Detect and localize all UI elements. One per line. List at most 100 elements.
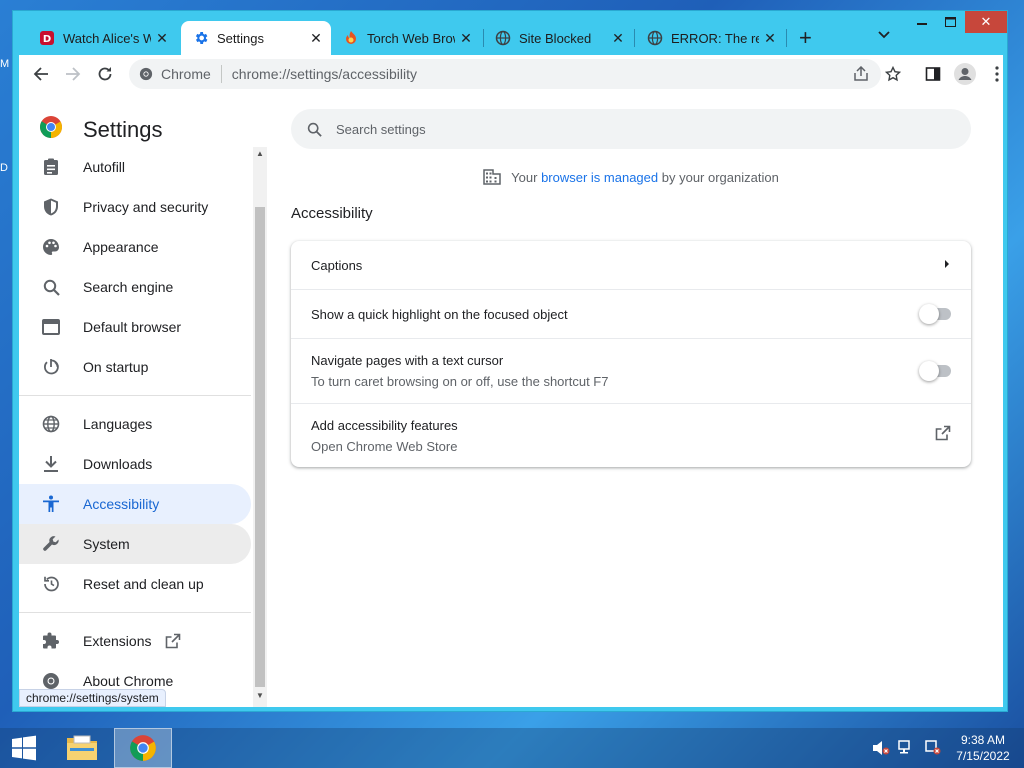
desktop-text-fragment: M: [0, 58, 10, 70]
open-in-new-icon[interactable]: [935, 425, 951, 446]
tab-site-blocked[interactable]: Site Blocked ✕: [483, 21, 633, 55]
tab-separator: [786, 29, 787, 47]
search-icon: [307, 122, 322, 137]
sidebar-item-default-browser[interactable]: Default browser: [19, 307, 251, 347]
settings-sidebar: Settings Autofill Privacy and security A…: [19, 93, 269, 707]
clock[interactable]: 9:38 AM 7/15/2022: [952, 732, 1014, 764]
sidebar-item-label: Downloads: [83, 456, 153, 472]
close-tab-icon[interactable]: ✕: [151, 30, 173, 47]
sidebar-item-downloads[interactable]: Downloads: [19, 444, 251, 484]
scroll-up-arrow-icon[interactable]: ▲: [253, 149, 267, 158]
sidebar-item-system[interactable]: System: [19, 524, 251, 564]
globe-icon: [41, 414, 61, 434]
sidebar-item-accessibility[interactable]: Accessibility: [19, 484, 251, 524]
tab-torch[interactable]: Torch Web Brow ✕: [331, 21, 481, 55]
tab-title: ERROR: The req: [671, 30, 759, 46]
chrome-taskbar-button[interactable]: [114, 728, 172, 768]
taskbar: 9:38 AM 7/15/2022: [0, 728, 1024, 768]
tab-error[interactable]: ERROR: The req ✕: [635, 21, 785, 55]
sidebar-item-search-engine[interactable]: Search engine: [19, 267, 251, 307]
row-sublabel: To turn caret browsing on or off, use th…: [311, 374, 609, 389]
captions-row[interactable]: Captions: [291, 241, 971, 289]
tab-title: Torch Web Brow: [367, 30, 455, 46]
building-icon: [483, 169, 501, 185]
network-icon[interactable]: [898, 740, 916, 756]
sidebar-item-privacy[interactable]: Privacy and security: [19, 187, 251, 227]
row-label: Add accessibility features: [311, 417, 458, 433]
tab-watch-alice[interactable]: D Watch Alice's W ✕: [27, 21, 177, 55]
accessibility-icon: [41, 494, 61, 514]
globe-icon: [647, 30, 663, 46]
browser-toolbar: Chrome chrome://settings/accessibility: [19, 55, 1003, 93]
managed-suffix: by your organization: [661, 169, 779, 185]
close-tab-icon[interactable]: ✕: [607, 30, 629, 47]
address-bar[interactable]: Chrome chrome://settings/accessibility: [129, 59, 881, 89]
forward-icon[interactable]: [57, 58, 89, 90]
focus-highlight-row[interactable]: Show a quick highlight on the focused ob…: [291, 289, 971, 338]
caret-browsing-toggle[interactable]: [919, 361, 951, 381]
sidebar-item-label: Search engine: [83, 279, 174, 295]
scroll-thumb[interactable]: [255, 207, 265, 687]
volume-muted-icon[interactable]: [872, 740, 890, 756]
managed-link[interactable]: browser is managed: [541, 170, 658, 185]
start-button[interactable]: [0, 728, 48, 768]
action-center-icon[interactable]: [924, 740, 942, 756]
side-panel-icon[interactable]: [917, 58, 949, 90]
sidebar-item-label: On startup: [83, 359, 149, 375]
tab-title: Watch Alice's W: [63, 30, 151, 46]
file-explorer-button[interactable]: [58, 728, 106, 768]
close-tab-icon[interactable]: ✕: [455, 30, 477, 47]
sidebar-item-extensions[interactable]: Extensions: [19, 621, 251, 661]
sidebar-item-label: Appearance: [83, 239, 159, 255]
gear-icon: [193, 30, 209, 46]
share-icon[interactable]: [845, 58, 877, 90]
tab-title: Settings: [217, 30, 264, 46]
managed-prefix: Your: [511, 169, 538, 185]
puzzle-icon: [41, 631, 61, 651]
scroll-down-arrow-icon[interactable]: ▼: [253, 691, 267, 700]
status-bar-url: chrome://settings/system: [19, 689, 166, 707]
sidebar-item-on-startup[interactable]: On startup: [19, 347, 251, 387]
profile-avatar-icon[interactable]: [949, 58, 981, 90]
sidebar-item-label: Reset and clean up: [83, 576, 204, 592]
chevron-right-icon: [943, 256, 951, 274]
sidebar-item-reset[interactable]: Reset and clean up: [19, 564, 251, 604]
chrome-logo-icon: [130, 735, 156, 761]
nav-divider: [19, 395, 251, 396]
back-icon[interactable]: [25, 58, 57, 90]
row-label: Captions: [311, 257, 363, 273]
sidebar-item-autofill[interactable]: Autofill: [19, 147, 251, 187]
site-label: Chrome: [161, 66, 211, 82]
row-label: Show a quick highlight on the focused ob…: [311, 306, 568, 322]
new-tab-button[interactable]: +: [799, 25, 812, 51]
omnibox-divider: [220, 65, 222, 83]
add-features-row[interactable]: Add accessibility features Open Chrome W…: [291, 403, 971, 467]
browser-icon: [41, 317, 61, 337]
sidebar-item-languages[interactable]: Languages: [19, 404, 251, 444]
reload-icon[interactable]: [89, 58, 121, 90]
close-tab-icon[interactable]: ✕: [759, 30, 781, 47]
close-window-button[interactable]: ✕: [965, 11, 1007, 33]
sidebar-scrollbar[interactable]: ▲ ▼: [253, 147, 267, 707]
minimize-button[interactable]: [909, 11, 935, 33]
sidebar-item-label: Extensions: [83, 633, 152, 649]
disney-icon: D: [39, 30, 55, 46]
menu-kebab-icon[interactable]: [981, 58, 1013, 90]
maximize-button[interactable]: [937, 11, 963, 33]
sidebar-item-appearance[interactable]: Appearance: [19, 227, 251, 267]
focus-highlight-toggle[interactable]: [919, 304, 951, 324]
accessibility-card: Captions Show a quick highlight on the f…: [291, 241, 971, 467]
chrome-icon: [139, 67, 153, 81]
tab-search-chevron-icon[interactable]: [878, 27, 890, 42]
wrench-icon: [41, 534, 61, 554]
chrome-icon: [41, 671, 61, 691]
tab-title: Site Blocked: [519, 30, 592, 46]
settings-nav: Autofill Privacy and security Appearance: [19, 147, 251, 701]
torch-icon: [343, 30, 359, 46]
sidebar-item-label: Default browser: [83, 319, 182, 335]
bookmark-star-icon[interactable]: [877, 58, 909, 90]
tab-settings[interactable]: Settings ✕: [181, 21, 331, 55]
close-tab-icon[interactable]: ✕: [305, 30, 327, 47]
caret-browsing-row[interactable]: Navigate pages with a text cursor To tur…: [291, 338, 971, 403]
search-settings-field[interactable]: Search settings: [291, 109, 971, 149]
